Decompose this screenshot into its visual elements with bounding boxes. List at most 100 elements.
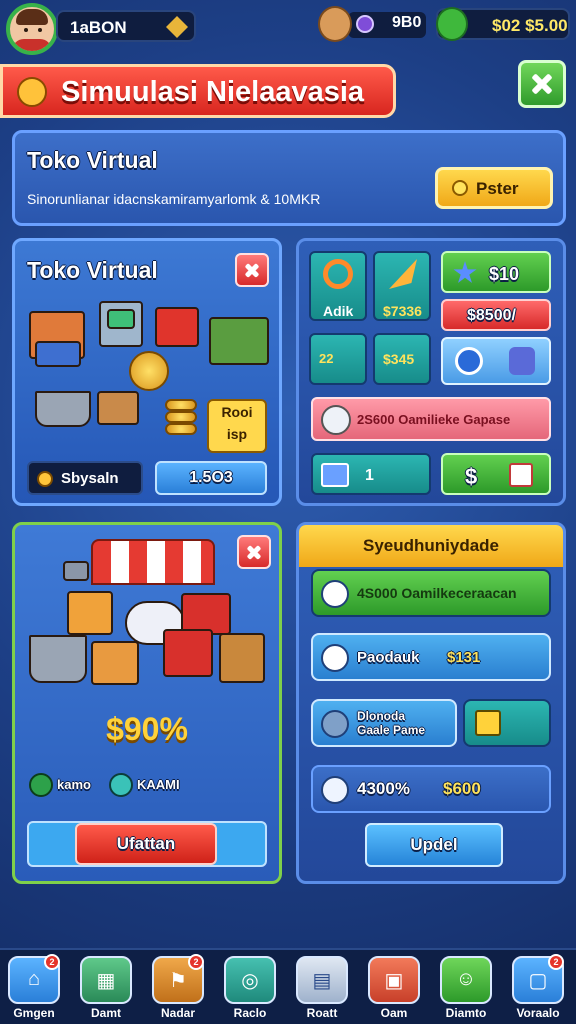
search-icon [323, 259, 353, 289]
bonus-bar[interactable]: 2S600 Oamilieke Gapase [311, 397, 551, 441]
dollar-tile[interactable]: $ [441, 453, 551, 495]
nav-item-document[interactable]: ▤ Roatt [294, 956, 350, 1022]
note-icon [475, 710, 501, 736]
shop-close-button[interactable] [235, 253, 269, 287]
money-tile[interactable]: $345 [373, 333, 431, 385]
gem-icon [356, 15, 374, 33]
count-label: 1 [365, 467, 374, 484]
dollar-label: $ [465, 464, 478, 489]
value-button[interactable]: 1.5O3 [155, 461, 267, 495]
community-header: Syeudhuniydade [299, 525, 563, 567]
cash-pill[interactable]: $02 $5.00 [436, 7, 570, 41]
crate-icon [91, 641, 139, 685]
flag-icon: ⚑ 2 [152, 954, 204, 1004]
community-bar-3-side[interactable] [463, 699, 551, 747]
title-icon [17, 77, 47, 107]
community-bar-4[interactable]: 4300% $600 [311, 765, 551, 813]
bonus-bar-label: 2S600 Oamilieke Gapase [357, 412, 511, 427]
coin-icon [452, 180, 468, 196]
document-icon: ▤ [296, 956, 348, 1004]
search-tile-label: Adik [323, 303, 354, 319]
community-bar-1[interactable]: 4S000 Oamilkeceraacan [311, 569, 551, 617]
nav-label: Nadar [160, 1006, 195, 1020]
refresh-icon [29, 773, 53, 797]
clock-icon [321, 776, 349, 804]
crate-icon [97, 391, 139, 425]
market-close-button[interactable] [237, 535, 271, 569]
count-tile[interactable]: 1 [311, 453, 431, 495]
community-bar-2-label: Paodauk [357, 649, 420, 666]
shop-note-line1: Rooi [221, 404, 253, 420]
flag-tile-label: $7336 [383, 303, 422, 319]
star-tile-label: 22 [319, 351, 334, 366]
value-label: 1.5O3 [189, 469, 233, 486]
upgrade-button[interactable]: Ufattan [75, 823, 217, 865]
market-label-b: KAAMI [137, 777, 180, 792]
coin-stack-icon [165, 411, 197, 423]
coin-stack-icon [165, 399, 197, 411]
globe-icon [455, 347, 483, 375]
map-icon: ▦ [80, 956, 132, 1004]
nav-item-box[interactable]: ▣ Oam [366, 956, 422, 1022]
bottom-nav: ⌂ 2 Gmgen ▦ Damt ⚑ 2 Nadar ◎ Raclo ▤ Roatt… [0, 948, 576, 1024]
shop-note[interactable]: Rooi isp [207, 399, 267, 453]
balance-label: Sbysaln [61, 470, 119, 487]
gift-icon [509, 463, 533, 487]
nav-label: Damt [90, 1006, 121, 1020]
cash-amount: $02 $5.00 [492, 16, 568, 35]
community-bar-3[interactable]: Dlonoda Gaale Pame [311, 699, 457, 747]
chart-icon [321, 580, 349, 608]
poster-button[interactable]: Pster [435, 167, 553, 209]
register-screen-icon [107, 309, 135, 329]
card-icon: ▢ 2 [512, 954, 564, 1004]
search-tile[interactable]: Adik [309, 251, 367, 321]
nav-item-smile[interactable]: ☺ Diamto [438, 956, 494, 1022]
big-coin-icon [129, 351, 169, 391]
red-value-tile[interactable]: $8500/ [441, 299, 551, 331]
top-bar: 1aBON 9B0 $02 $5.00 [0, 0, 576, 56]
smile-coin-icon [436, 7, 468, 41]
upgrade-bar[interactable]: Ufattan [27, 821, 267, 867]
cash-tile[interactable]: $10 [441, 251, 551, 293]
nav-item-map[interactable]: ▦ Damt [78, 956, 134, 1022]
awning-icon [91, 539, 215, 585]
community-heading: Syeudhuniydade [362, 536, 500, 555]
close-button[interactable] [518, 60, 566, 108]
page-title: Simuulasi Nielaavasia [61, 76, 365, 108]
cart-icon [35, 391, 91, 427]
items-tile[interactable] [441, 337, 551, 385]
community-bar-2[interactable]: Paodauk $131 [311, 633, 551, 681]
nav-label: Roatt [306, 1006, 338, 1020]
gift-bag-icon [163, 629, 213, 677]
box-icon: ▣ [368, 956, 420, 1004]
player-avatar[interactable] [6, 3, 58, 55]
balance-pill[interactable]: Sbysaln [27, 461, 143, 495]
nav-item-flag[interactable]: ⚑ 2 Nadar [150, 954, 206, 1022]
nav-label: Raclo [233, 1006, 267, 1020]
produce-box-icon [219, 633, 265, 683]
player-name-pill[interactable]: 1aBON [56, 10, 196, 42]
box-icon [321, 463, 349, 487]
market-panel: $90% kamo KAAMI Ufattan [12, 522, 282, 884]
currency-pill[interactable]: 9B0 [318, 6, 426, 42]
flag-tile[interactable]: $7336 [373, 251, 431, 321]
update-button[interactable]: Updel [365, 823, 503, 867]
community-bar-2-value: $131 [447, 649, 481, 666]
robot-icon [321, 644, 349, 672]
info-panel: Toko Virtual Sinorunlianar idacnskamiram… [12, 130, 566, 226]
home-icon: ⌂ 2 [8, 954, 60, 1004]
nav-item-home[interactable]: ⌂ 2 Gmgen [6, 954, 62, 1022]
smile-icon: ☺ [440, 956, 492, 1004]
globe-icon: ◎ [224, 956, 276, 1004]
cart-icon [29, 635, 87, 683]
shop-panel: Toko Virtual Rooi isp Sbysaln 1.5O3 [12, 238, 282, 506]
info-subtitle: Sinorunlianar idacnskamiramyarlomk & 10M… [27, 191, 321, 207]
title-banner: Simuulasi Nielaavasia [0, 64, 396, 118]
rank-icon [166, 16, 188, 38]
nav-item-globe[interactable]: ◎ Raclo [222, 956, 278, 1022]
nav-label: Voraalo [516, 1006, 560, 1020]
nav-item-card[interactable]: ▢ 2 Voraalo [510, 954, 566, 1022]
star-tile[interactable]: 22 [309, 333, 367, 385]
character-icon [318, 6, 352, 42]
coin-stack-icon [165, 423, 197, 435]
